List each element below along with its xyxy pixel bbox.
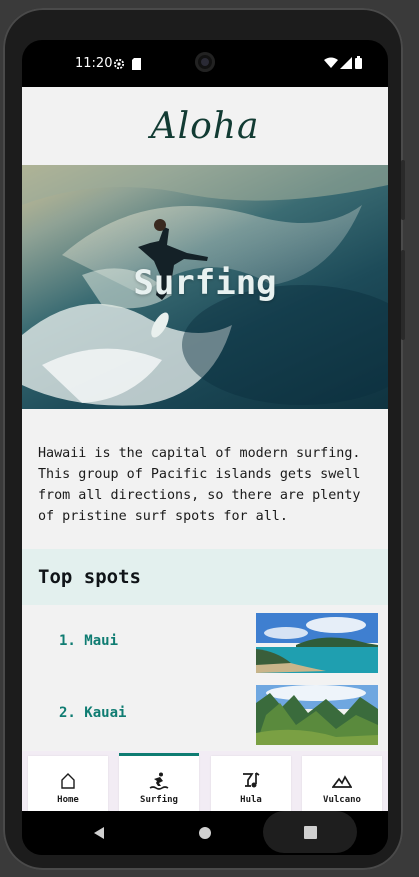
battery-icon [355, 56, 362, 69]
nav-vulcano[interactable]: Vulcano [302, 756, 382, 811]
wifi-icon [324, 57, 338, 68]
front-camera [195, 52, 215, 72]
back-icon[interactable] [92, 826, 106, 840]
nav-home[interactable]: Home [28, 756, 108, 811]
top-spots-header: Top spots [22, 549, 388, 605]
status-time: 11:20 [75, 56, 113, 71]
nav-label: Home [57, 795, 79, 805]
nav-hula[interactable]: Hula [211, 756, 291, 811]
top-app-bar: Aloha [22, 87, 388, 165]
hero-title: Surfing [133, 263, 277, 303]
status-bar: 11:20 [22, 40, 388, 87]
list-item-kauai[interactable]: 2. Kauai [22, 677, 388, 749]
hero-image: Surfing [22, 165, 388, 409]
app-title: Aloha [150, 105, 260, 147]
phone-frame: 11:20 Aloha Surfing Hawaii is the capita… [3, 8, 405, 870]
app-content[interactable]: Aloha Surfing Hawaii is the capital of m… [22, 87, 388, 811]
volume-button [401, 250, 405, 340]
screen: 11:20 Aloha Surfing Hawaii is the capita… [22, 40, 388, 855]
sd-card-icon [132, 58, 141, 70]
intro-paragraph: Hawaii is the capital of modern surfing.… [38, 446, 361, 524]
bottom-navigation: Home Surfing Hula Vulcano [22, 751, 388, 811]
nav-surfing[interactable]: Surfing [119, 753, 199, 811]
nav-label: Surfing [140, 795, 178, 805]
home-circle-icon[interactable] [198, 826, 212, 840]
kauai-photo [256, 685, 378, 745]
cell-signal-icon [340, 57, 352, 69]
maui-photo [256, 613, 378, 673]
list-item-maui[interactable]: 1. Maui [22, 605, 388, 677]
recents-icon[interactable] [304, 826, 317, 839]
system-navigation-bar [22, 811, 388, 855]
section-title: Top spots [38, 566, 141, 588]
nav-label: Hula [240, 795, 262, 805]
vulcano-icon [332, 775, 352, 788]
settings-gear-icon [113, 58, 125, 70]
active-tab-indicator [119, 753, 199, 756]
spot-label: 1. Maui [59, 633, 119, 649]
spot-label: 2. Kauai [59, 705, 127, 721]
power-button [401, 160, 405, 220]
nav-label: Vulcano [323, 795, 361, 805]
surfing-icon [149, 772, 169, 790]
home-icon [61, 773, 75, 789]
hula-icon [243, 772, 260, 788]
